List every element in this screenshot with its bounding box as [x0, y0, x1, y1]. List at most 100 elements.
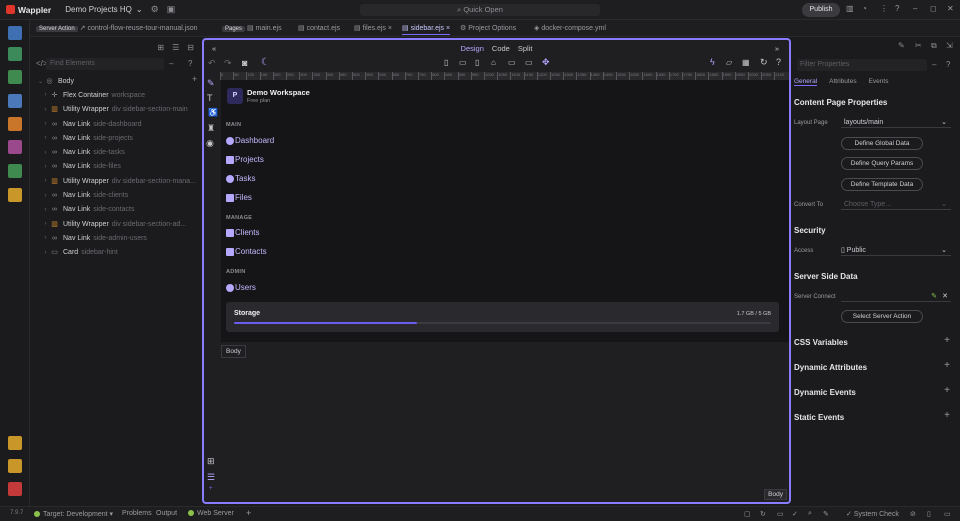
api-icon[interactable]	[8, 117, 22, 131]
nav-clients[interactable]: Clients	[226, 228, 259, 237]
dynamic-attributes-title[interactable]: Dynamic Attributes	[794, 363, 867, 372]
eraser-icon[interactable]: ⊘	[910, 510, 916, 518]
settings-icon[interactable]: ⚙	[151, 4, 159, 15]
grid-icon[interactable]: ⊞	[207, 456, 215, 467]
web-server-toggle[interactable]: Web Server	[188, 510, 234, 517]
find-elements-input[interactable]: Find Elements	[46, 58, 164, 70]
help-circle-icon[interactable]: ?	[188, 59, 192, 68]
copy-icon[interactable]: ⧉	[931, 41, 937, 51]
files-icon[interactable]	[8, 26, 22, 40]
chevron-right-icon[interactable]: ›	[41, 92, 50, 98]
chevrons-right-icon[interactable]: »	[775, 44, 779, 53]
eye-icon[interactable]: ◉	[206, 138, 214, 149]
tablet-landscape-icon[interactable]: ▭	[459, 58, 467, 67]
laptop-icon[interactable]: ⌂	[491, 58, 496, 67]
split-mode-tab[interactable]: Split	[518, 44, 533, 53]
camera-icon[interactable]: ◙	[242, 58, 247, 68]
target-selector[interactable]: Target: Development ▾	[34, 510, 113, 518]
chevron-right-icon[interactable]: ›	[41, 150, 50, 156]
chevron-right-icon[interactable]: ›	[41, 121, 50, 127]
sync-icon[interactable]: ↻	[760, 510, 766, 518]
tablet-icon[interactable]: ▯	[475, 58, 479, 67]
chevron-right-icon[interactable]: ›	[41, 107, 50, 113]
tab-events[interactable]: Events	[869, 78, 889, 86]
chevron-right-icon[interactable]: ›	[41, 207, 50, 213]
chat-icon[interactable]: ▭	[777, 510, 784, 518]
tab-sidebar[interactable]: ▤ sidebar.ejs ×	[402, 23, 451, 35]
tab-project-options[interactable]: ⚙ Project Options	[460, 23, 516, 35]
tab-docker-compose[interactable]: ◈ docker-compose.yml	[534, 23, 606, 35]
nav-tasks[interactable]: Tasks	[226, 174, 255, 183]
chevron-right-icon[interactable]: ›	[41, 135, 50, 141]
problems-tab[interactable]: Problems	[122, 510, 152, 517]
layers-icon[interactable]	[8, 164, 22, 178]
layout-page-select[interactable]: layouts/main ⌄	[841, 117, 951, 128]
help-icon[interactable]: ?	[895, 4, 899, 13]
edit-icon[interactable]: ✎	[898, 41, 905, 50]
select-server-action-button[interactable]: Select Server Action	[841, 310, 923, 323]
define-template-data-button[interactable]: Define Template Data	[841, 178, 923, 191]
paint-icon[interactable]: ♜	[207, 123, 215, 134]
tree-row[interactable]: › ✛ Flex Container workspace	[30, 88, 202, 102]
image-icon[interactable]: ▣	[167, 4, 176, 15]
git-icon[interactable]	[8, 70, 22, 84]
convert-to-select[interactable]: Choose Type... ⌄	[841, 199, 951, 210]
layout-icon[interactable]: ▥	[846, 4, 854, 13]
clear-icon[interactable]: ✕	[942, 291, 948, 302]
tab-general[interactable]: General	[794, 78, 818, 86]
tree-row[interactable]: › ∞ Nav Link side-clients	[30, 188, 202, 202]
system-check-button[interactable]: ✓ System Check	[846, 510, 899, 518]
grid-icon[interactable]: ▦	[742, 58, 750, 67]
tree-row[interactable]: › ▥ Utility Wrapper div sidebar-section-man…	[30, 174, 202, 188]
database-icon[interactable]	[8, 94, 22, 108]
pencil-icon[interactable]: ✎	[931, 291, 937, 302]
chevron-right-icon[interactable]: ›	[41, 250, 50, 256]
design-mode-tab[interactable]: Design	[461, 44, 484, 53]
add-dynamic-event-icon[interactable]: +	[944, 385, 950, 396]
tree-row[interactable]: › ∞ Nav Link side-projects	[30, 131, 202, 145]
undo-icon[interactable]: ↶	[208, 58, 216, 69]
more-icon[interactable]: ⋮	[880, 4, 888, 13]
add-static-event-icon[interactable]: +	[944, 410, 950, 421]
search-icon[interactable]: ⌕	[808, 510, 812, 518]
add-icon[interactable]: +	[209, 486, 213, 492]
tree-row[interactable]: › ▥ Utility Wrapper div sidebar-section-mai…	[30, 103, 202, 117]
tree-row[interactable]: › ∞ Nav Link side-files	[30, 160, 202, 174]
desktop-icon[interactable]: ▭	[508, 58, 516, 67]
trash-icon[interactable]: ▯	[927, 510, 931, 518]
dynamic-events-title[interactable]: Dynamic Events	[794, 388, 856, 397]
text-icon[interactable]: T	[207, 93, 213, 103]
nav-users[interactable]: Users	[226, 283, 256, 292]
terminal-icon[interactable]: ▭	[944, 510, 951, 518]
dark-mode-icon[interactable]: ☾	[261, 57, 270, 68]
css-variables-title[interactable]: CSS Variables	[794, 338, 848, 347]
redo-icon[interactable]: ↷	[224, 58, 232, 69]
code-mode-tab[interactable]: Code	[492, 44, 510, 53]
lightning-icon[interactable]: ϟ	[710, 57, 715, 67]
output-tab[interactable]: Output	[156, 510, 177, 517]
add-icon[interactable]: +	[246, 508, 251, 518]
close-icon[interactable]: ✕	[947, 4, 954, 13]
publish-button[interactable]: Publish	[802, 3, 840, 17]
quick-open-search[interactable]: ⌕ Quick Open	[360, 4, 600, 16]
collapse-icon[interactable]: –	[169, 59, 173, 68]
tab-files[interactable]: ▤ files.ejs ×	[354, 23, 392, 35]
tree-row[interactable]: › ∞ Nav Link side-dashboard	[30, 117, 202, 131]
tab-server-action[interactable]: Server Action ↗ control-flow-reuse-tour-…	[36, 23, 198, 35]
move-icon[interactable]: ✥	[542, 57, 550, 68]
brush-icon[interactable]: ✎	[823, 510, 829, 518]
preview-icon[interactable]: ⊞	[157, 43, 164, 52]
collapse-icon[interactable]: ⇲	[946, 41, 953, 50]
nav-contacts[interactable]: Contacts	[226, 247, 267, 256]
mobile-icon[interactable]: ▯	[444, 58, 448, 67]
notification-icon[interactable]: ◔	[862, 4, 867, 13]
maximize-icon[interactable]: ◻	[930, 4, 937, 13]
tree-row[interactable]: › ▭ Card sidebar-hint	[30, 246, 202, 260]
accessibility-icon[interactable]: ♿	[208, 108, 218, 117]
add-dynamic-attribute-icon[interactable]: +	[944, 360, 950, 371]
chevron-right-icon[interactable]: ›	[41, 164, 50, 170]
tools-icon[interactable]: ✂	[915, 41, 922, 50]
access-select[interactable]: ▯ Public ⌄	[841, 245, 951, 256]
robot-icon[interactable]	[8, 188, 22, 202]
edit-icon[interactable]: ✎	[207, 78, 215, 89]
